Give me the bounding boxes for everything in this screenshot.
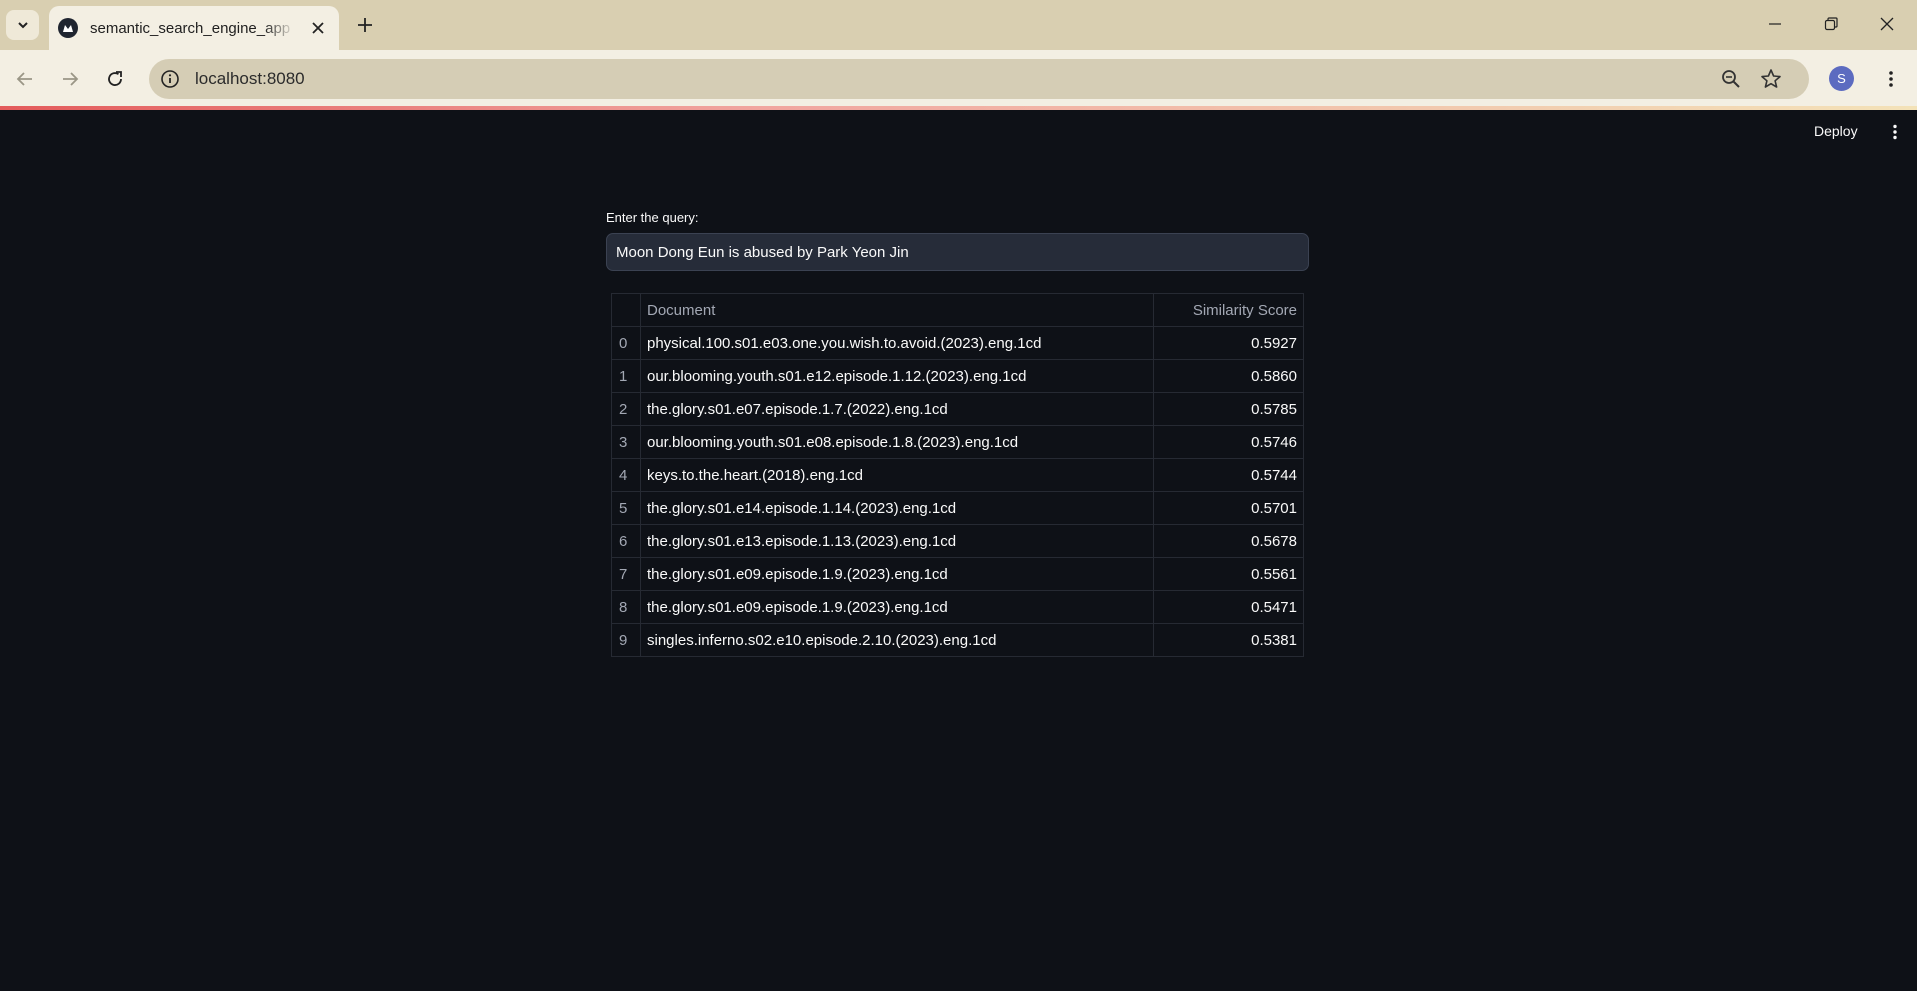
document-cell[interactable]: the.glory.s01.e13.episode.1.13.(2023).en… [640, 524, 1154, 558]
row-index: 6 [611, 524, 641, 558]
score-cell[interactable]: 0.5927 [1153, 326, 1304, 360]
score-column-header[interactable]: Similarity Score [1153, 293, 1304, 327]
document-cell[interactable]: the.glory.s01.e09.episode.1.9.(2023).eng… [640, 590, 1154, 624]
tab-title: semantic_search_engine_app · Streamlit [90, 19, 295, 37]
app-menu-button[interactable] [1884, 121, 1906, 143]
score-cell[interactable]: 0.5860 [1153, 359, 1304, 393]
url-text: localhost:8080 [195, 69, 305, 88]
browser-tab-active[interactable]: semantic_search_engine_app · Streamlit [49, 6, 339, 50]
row-index: 3 [611, 425, 641, 459]
table-row[interactable]: 1 our.blooming.youth.s01.e12.episode.1.1… [611, 359, 1304, 393]
arrow-left-icon [16, 72, 32, 86]
document-cell[interactable]: the.glory.s01.e09.episode.1.9.(2023).eng… [640, 557, 1154, 591]
row-index: 7 [611, 557, 641, 591]
table-row[interactable]: 0 physical.100.s01.e03.one.you.wish.to.a… [611, 326, 1304, 360]
row-index: 8 [611, 590, 641, 624]
query-input[interactable] [606, 233, 1309, 271]
table-row[interactable]: 2 the.glory.s01.e07.episode.1.7.(2022).e… [611, 392, 1304, 426]
close-tab-icon[interactable] [307, 17, 329, 39]
index-column-header[interactable] [611, 293, 641, 327]
browser-menu-button[interactable] [1876, 64, 1906, 94]
table-row[interactable]: 3 our.blooming.youth.s01.e08.episode.1.8… [611, 425, 1304, 459]
document-cell[interactable]: the.glory.s01.e14.episode.1.14.(2023).en… [640, 491, 1154, 525]
table-row[interactable]: 5 the.glory.s01.e14.episode.1.14.(2023).… [611, 491, 1304, 525]
address-bar[interactable]: localhost:8080 [149, 59, 1809, 99]
new-tab-button[interactable] [350, 10, 380, 40]
deploy-button[interactable]: Deploy [1814, 123, 1858, 139]
table-header-row: Document Similarity Score [611, 293, 1304, 327]
score-cell[interactable]: 0.5701 [1153, 491, 1304, 525]
table-row[interactable]: 9 singles.inferno.s02.e10.episode.2.10.(… [611, 623, 1304, 657]
row-index: 2 [611, 392, 641, 426]
score-cell[interactable]: 0.5381 [1153, 623, 1304, 657]
reload-icon [108, 71, 122, 86]
bookmark-star-icon[interactable] [1760, 68, 1782, 95]
table-row[interactable]: 6 the.glory.s01.e13.episode.1.13.(2023).… [611, 524, 1304, 558]
restore-icon [1824, 17, 1838, 31]
document-column-header[interactable]: Document [640, 293, 1154, 327]
browser-toolbar: localhost:8080 S [0, 50, 1917, 108]
row-index: 5 [611, 491, 641, 525]
forward-button[interactable] [55, 64, 85, 94]
restore-button[interactable] [1808, 8, 1854, 40]
score-cell[interactable]: 0.5561 [1153, 557, 1304, 591]
document-cell[interactable]: physical.100.s01.e03.one.you.wish.to.avo… [640, 326, 1154, 360]
more-vertical-icon [1893, 124, 1897, 140]
plus-icon [358, 18, 372, 32]
browser-tabstrip: semantic_search_engine_app · Streamlit [0, 0, 1917, 50]
table-row[interactable]: 7 the.glory.s01.e09.episode.1.9.(2023).e… [611, 557, 1304, 591]
document-cell[interactable]: keys.to.the.heart.(2018).eng.1cd [640, 458, 1154, 492]
more-vertical-icon [1889, 71, 1893, 87]
row-index: 1 [611, 359, 641, 393]
document-cell[interactable]: singles.inferno.s02.e10.episode.2.10.(20… [640, 623, 1154, 657]
streamlit-favicon-icon [58, 18, 78, 38]
score-cell[interactable]: 0.5746 [1153, 425, 1304, 459]
chevron-down-icon [17, 22, 28, 29]
tab-search-button[interactable] [6, 10, 39, 40]
profile-avatar[interactable]: S [1829, 66, 1854, 91]
zoom-out-icon[interactable] [1720, 68, 1742, 95]
arrow-right-icon [63, 72, 79, 86]
row-index: 0 [611, 326, 641, 360]
row-index: 4 [611, 458, 641, 492]
back-button[interactable] [10, 64, 40, 94]
score-cell[interactable]: 0.5744 [1153, 458, 1304, 492]
table-row[interactable]: 8 the.glory.s01.e09.episode.1.9.(2023).e… [611, 590, 1304, 624]
table-row[interactable]: 4 keys.to.the.heart.(2018).eng.1cd 0.574… [611, 458, 1304, 492]
results-table[interactable]: Document Similarity Score 0 physical.100… [611, 293, 1304, 657]
reload-button[interactable] [100, 64, 130, 94]
score-cell[interactable]: 0.5785 [1153, 392, 1304, 426]
minimize-button[interactable] [1752, 8, 1798, 40]
document-cell[interactable]: the.glory.s01.e07.episode.1.7.(2022).eng… [640, 392, 1154, 426]
minimize-icon [1769, 23, 1781, 25]
close-window-button[interactable] [1864, 8, 1910, 40]
app-main: Deploy Enter the query: Document Similar… [0, 110, 1917, 991]
score-cell[interactable]: 0.5471 [1153, 590, 1304, 624]
document-cell[interactable]: our.blooming.youth.s01.e12.episode.1.12.… [640, 359, 1154, 393]
site-info-icon[interactable] [159, 68, 181, 90]
close-icon [1880, 17, 1894, 31]
score-cell[interactable]: 0.5678 [1153, 524, 1304, 558]
query-label: Enter the query: [606, 210, 699, 225]
document-cell[interactable]: our.blooming.youth.s01.e08.episode.1.8.(… [640, 425, 1154, 459]
row-index: 9 [611, 623, 641, 657]
